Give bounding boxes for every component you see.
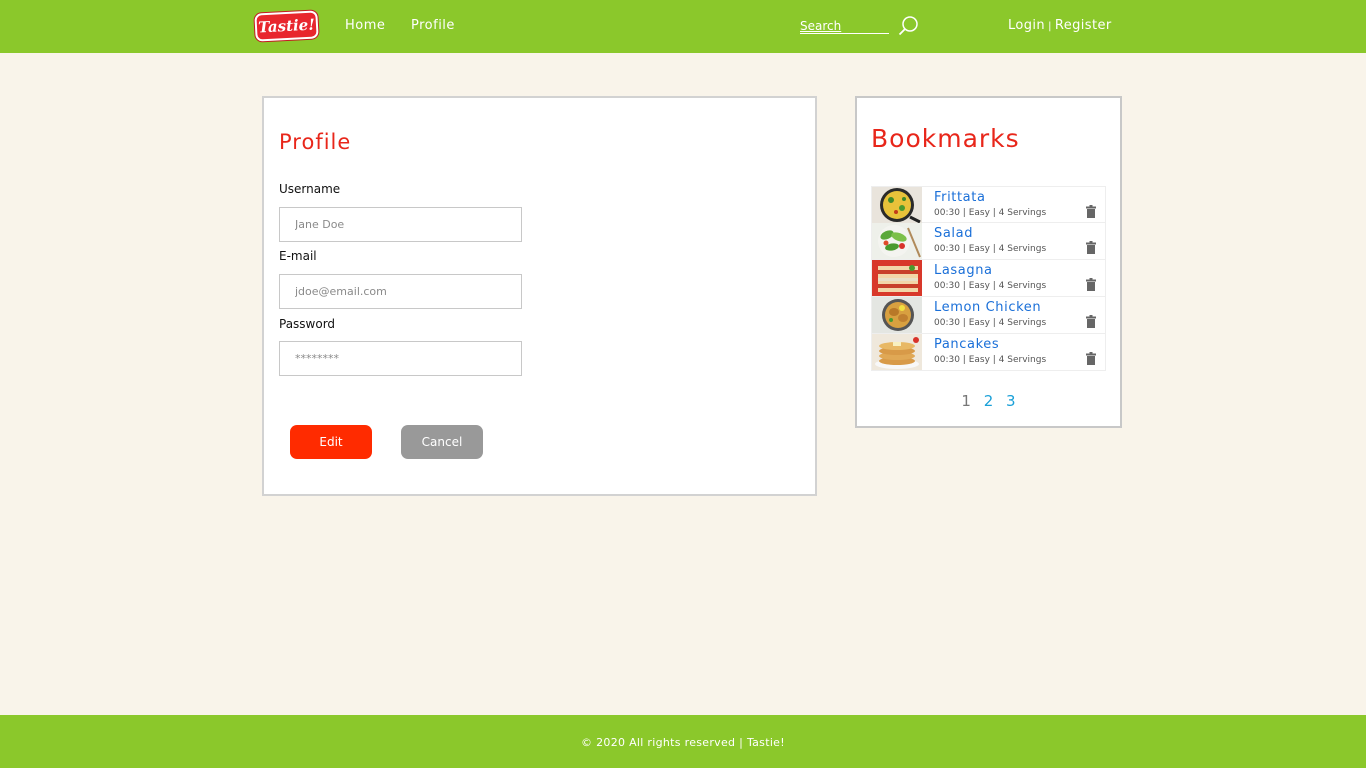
page-1[interactable]: 1 — [961, 392, 971, 410]
bookmark-name[interactable]: Lasagna — [934, 263, 993, 278]
register-link[interactable]: Register — [1055, 18, 1112, 33]
profile-card: Profile Username E-mail Password Edit Ca… — [262, 96, 817, 496]
auth-links: Login | Register — [1008, 18, 1112, 33]
lemon-chicken-thumbnail[interactable] — [872, 297, 922, 333]
auth-separator: | — [1048, 21, 1052, 32]
edit-button[interactable]: Edit — [290, 425, 372, 459]
footer-copyright: © 2020 All rights reserved | Tastie! — [581, 736, 785, 749]
trash-icon[interactable] — [1086, 241, 1096, 254]
page-3[interactable]: 3 — [1006, 392, 1016, 410]
bookmarks-pagination: 1 2 3 — [857, 392, 1120, 410]
bookmark-name[interactable]: Pancakes — [934, 337, 999, 352]
bookmark-item-lemon-chicken[interactable]: Lemon Chicken 00:30 | Easy | 4 Servings — [871, 297, 1106, 334]
footer: © 2020 All rights reserved | Tastie! — [0, 715, 1366, 768]
bookmark-item-pancakes[interactable]: Pancakes 00:30 | Easy | 4 Servings — [871, 334, 1106, 371]
bookmark-list: Frittata 00:30 | Easy | 4 Servings Salad… — [871, 186, 1106, 371]
bookmarks-card: Bookmarks Frittata 00:30 | Easy | 4 Serv… — [855, 96, 1122, 428]
nav-profile-link[interactable]: Profile — [411, 18, 455, 33]
password-label: Password — [279, 317, 336, 331]
bookmark-item-salad[interactable]: Salad 00:30 | Easy | 4 Servings — [871, 223, 1106, 260]
bookmark-meta: 00:30 | Easy | 4 Servings — [934, 318, 1047, 328]
bookmark-name[interactable]: Frittata — [934, 190, 986, 205]
bookmark-meta: 00:30 | Easy | 4 Servings — [934, 244, 1047, 254]
login-link[interactable]: Login — [1008, 18, 1045, 33]
bookmark-meta: 00:30 | Easy | 4 Servings — [934, 208, 1047, 218]
cancel-button[interactable]: Cancel — [401, 425, 483, 459]
bookmark-item-frittata[interactable]: Frittata 00:30 | Easy | 4 Servings — [871, 186, 1106, 223]
trash-icon[interactable] — [1086, 278, 1096, 291]
frittata-thumbnail[interactable] — [872, 187, 922, 223]
bookmark-item-lasagna[interactable]: Lasagna 00:30 | Easy | 4 Servings — [871, 260, 1106, 297]
bookmark-name[interactable]: Salad — [934, 226, 973, 241]
bookmark-name[interactable]: Lemon Chicken — [934, 300, 1041, 315]
salad-thumbnail[interactable] — [872, 223, 922, 259]
profile-title: Profile — [279, 130, 352, 154]
trash-icon[interactable] — [1086, 315, 1096, 328]
search-icon[interactable] — [898, 15, 920, 37]
tastie-logo[interactable]: Tastie! — [254, 10, 319, 42]
search-input[interactable] — [800, 18, 889, 34]
trash-icon[interactable] — [1086, 205, 1096, 218]
lasagna-thumbnail[interactable] — [872, 260, 922, 296]
page-2[interactable]: 2 — [984, 392, 994, 410]
top-nav-bar: Tastie! Home Profile Login|Register — [0, 0, 1366, 53]
email-input[interactable] — [279, 274, 522, 309]
bookmark-meta: 00:30 | Easy | 4 Servings — [934, 281, 1047, 291]
trash-icon[interactable] — [1086, 352, 1096, 365]
password-input[interactable] — [279, 341, 522, 376]
email-label: E-mail — [279, 249, 317, 263]
username-label: Username — [279, 182, 341, 196]
bookmark-meta: 00:30 | Easy | 4 Servings — [934, 355, 1047, 365]
pancakes-thumbnail[interactable] — [872, 334, 922, 370]
nav-home-link[interactable]: Home — [345, 18, 385, 33]
bookmarks-title: Bookmarks — [871, 124, 1020, 153]
username-input[interactable] — [279, 207, 522, 242]
